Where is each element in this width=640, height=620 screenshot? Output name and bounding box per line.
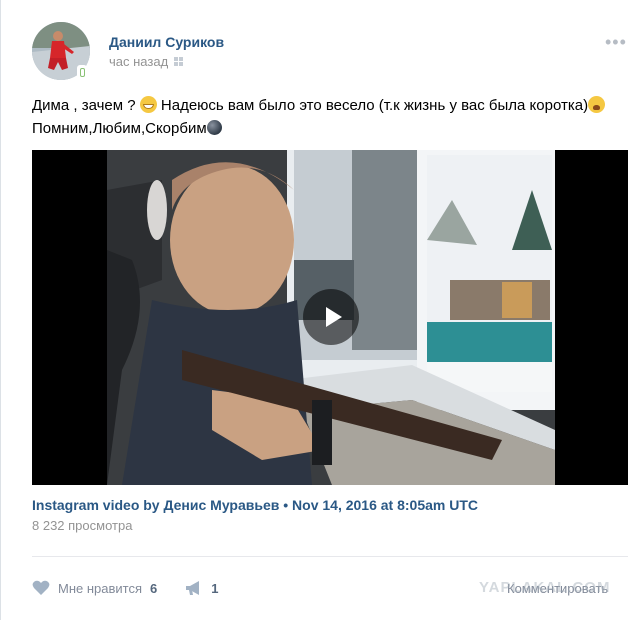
post-text-line2: Помним,Любим,Скорбим <box>32 120 207 137</box>
windows-icon <box>174 57 184 66</box>
post-time-label: час назад <box>109 54 169 69</box>
weary-face-emoji-icon <box>588 96 606 113</box>
post-text-part2: Надеюсь вам было это весело (т.к жизнь у… <box>156 97 589 114</box>
post-text: Дима , зачем ? Надеюсь вам было это весе… <box>32 94 632 140</box>
like-label: Мне нравится <box>58 580 143 596</box>
black-circle-emoji-icon <box>206 120 222 135</box>
post-card: Даниил Суриков час назад ••• Дима , заче… <box>0 0 640 620</box>
post-time[interactable]: час назад <box>109 54 184 69</box>
heart-icon <box>32 580 50 595</box>
author-name[interactable]: Даниил Суриков <box>109 34 224 50</box>
post-text-part1: Дима , зачем ? <box>32 97 140 114</box>
megaphone-icon <box>186 581 200 595</box>
video-title-link[interactable]: Instagram video by Денис Муравьев • Nov … <box>32 497 478 513</box>
share-button[interactable]: 1 <box>185 580 218 596</box>
grinning-sweat-emoji-icon <box>139 96 157 113</box>
like-count: 6 <box>150 580 158 596</box>
actions-divider <box>32 556 628 557</box>
video-views: 8 232 просмотра <box>32 518 133 533</box>
share-count: 1 <box>211 580 219 596</box>
more-options-icon[interactable]: ••• <box>605 33 627 51</box>
mobile-online-icon <box>77 65 87 79</box>
play-button[interactable] <box>303 289 359 345</box>
video-player[interactable] <box>32 150 628 485</box>
post-actions: Мне нравится 6 1 <box>32 578 246 598</box>
watermark: YAPLAKAL.COM <box>479 579 611 596</box>
like-button[interactable]: Мне нравится 6 <box>32 580 157 596</box>
